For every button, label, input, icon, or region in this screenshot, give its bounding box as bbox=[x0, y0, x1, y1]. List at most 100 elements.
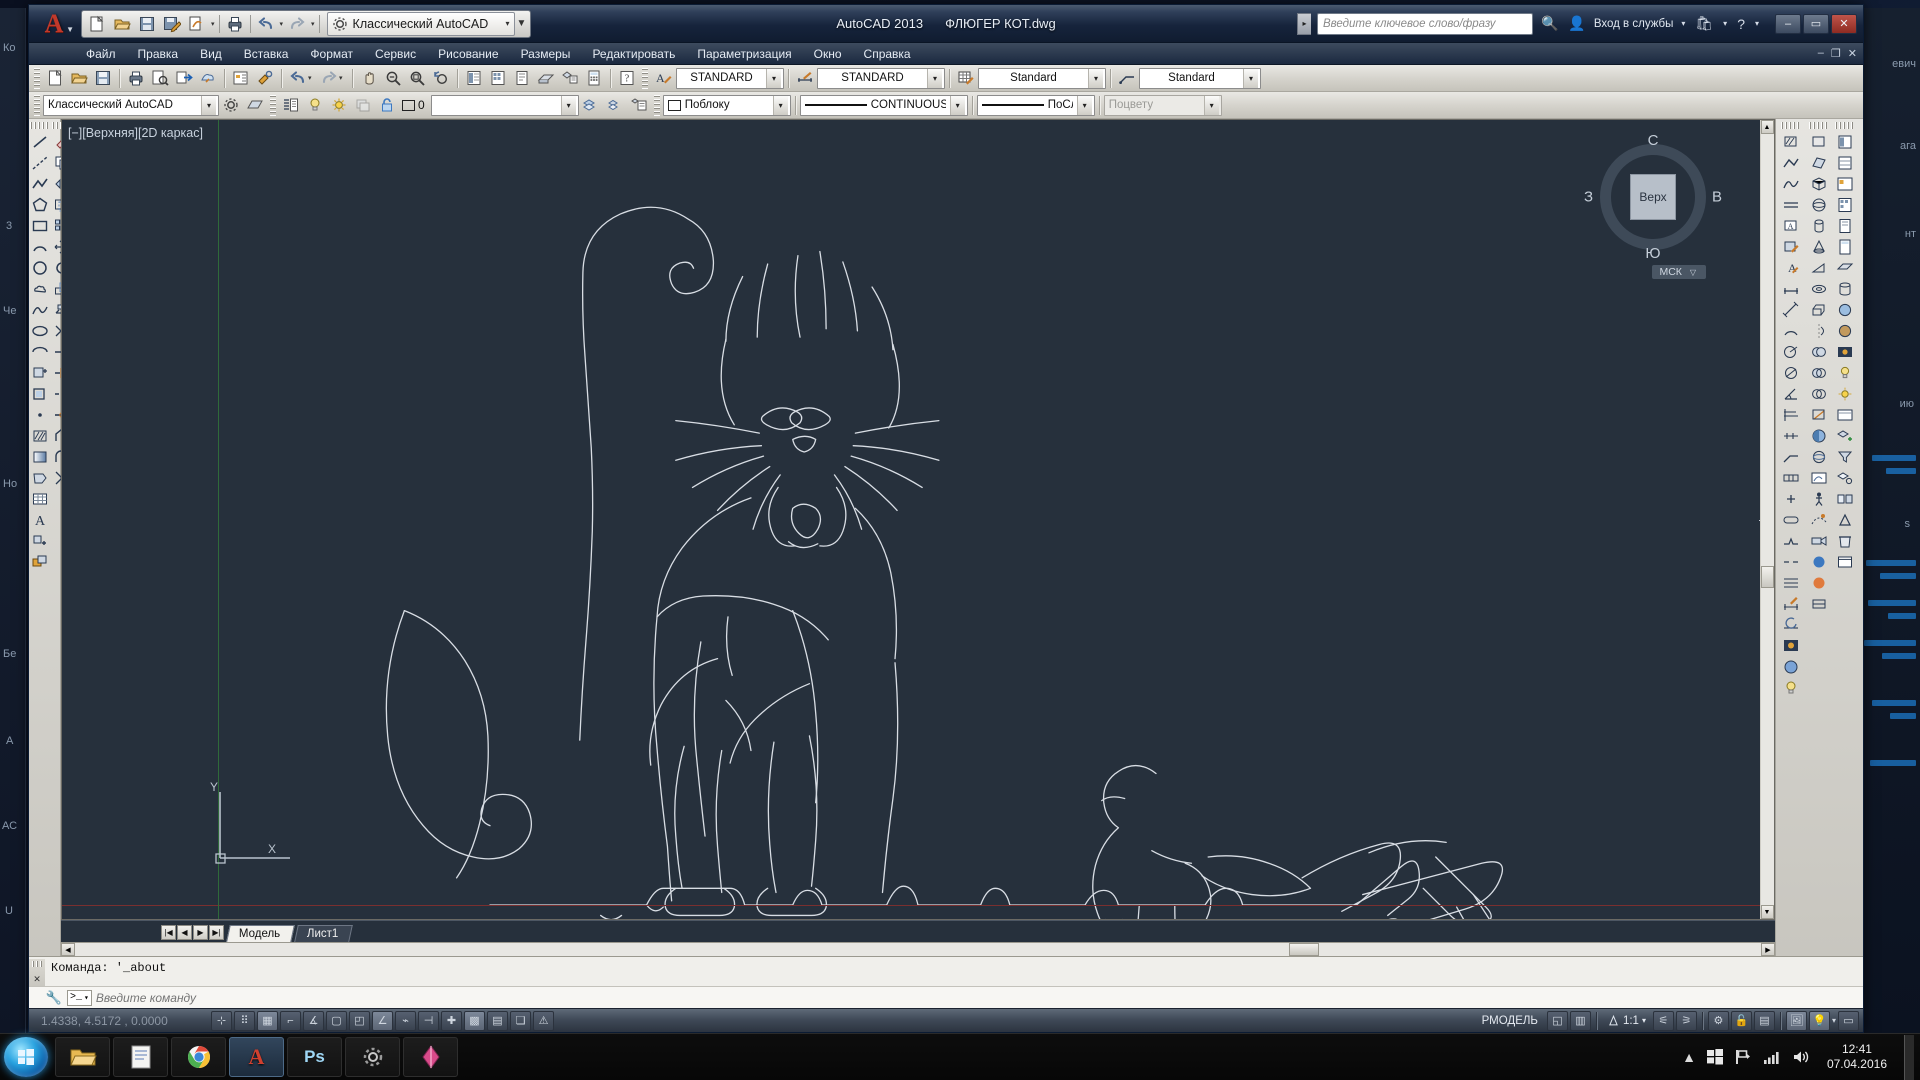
chevron-down-icon[interactable]: ▾ bbox=[506, 19, 510, 28]
torus-icon[interactable] bbox=[1808, 278, 1830, 299]
dim-aligned-icon[interactable] bbox=[1780, 299, 1802, 320]
layer-states-icon[interactable] bbox=[558, 67, 582, 90]
redo-icon[interactable] bbox=[285, 12, 309, 36]
scroll-down-button[interactable]: ▼ bbox=[1761, 905, 1774, 919]
walk-icon[interactable] bbox=[1808, 488, 1830, 509]
toolbar-grip[interactable] bbox=[34, 95, 40, 116]
dim-leader-icon[interactable] bbox=[1780, 446, 1802, 467]
layer-lock-icon[interactable] bbox=[375, 94, 399, 117]
dim-style-icon[interactable] bbox=[1780, 593, 1802, 614]
dim-radius-icon[interactable] bbox=[1780, 341, 1802, 362]
isolate-objects-button[interactable]: 🖼 bbox=[1786, 1011, 1807, 1031]
volume-icon[interactable] bbox=[1792, 1049, 1810, 1065]
color-wheel-icon[interactable] bbox=[1808, 551, 1830, 572]
scroll-right-button[interactable]: ▶ bbox=[1761, 943, 1775, 956]
viewport-layout-button[interactable]: ▥ bbox=[1570, 1011, 1591, 1031]
object-snap-tracking-toggle[interactable]: ∠ bbox=[372, 1011, 393, 1031]
polyline-icon[interactable] bbox=[29, 173, 51, 194]
multileader-style-icon[interactable] bbox=[1115, 67, 1139, 90]
redo-icon[interactable] bbox=[317, 67, 341, 90]
circle-icon[interactable] bbox=[29, 257, 51, 278]
toolbar-grip[interactable] bbox=[1781, 122, 1801, 129]
text-style-combo[interactable]: STANDARD ▾ bbox=[676, 68, 784, 89]
taskbar-item-settings[interactable] bbox=[345, 1037, 400, 1077]
binoculars-icon[interactable]: 🔍 bbox=[1539, 15, 1560, 32]
sphere-icon[interactable] bbox=[1808, 194, 1830, 215]
dynamic-ucs-toggle[interactable]: ⌁ bbox=[395, 1011, 416, 1031]
dim-arc-icon[interactable] bbox=[1780, 320, 1802, 341]
toolbar-grip[interactable] bbox=[34, 68, 40, 89]
ortho-mode-toggle[interactable]: ⌐ bbox=[280, 1011, 301, 1031]
toolbar-grip[interactable] bbox=[30, 122, 50, 129]
toolbar-grip[interactable] bbox=[1835, 122, 1855, 129]
taskbar-clock[interactable]: 12:41 07.04.2016 bbox=[1821, 1042, 1893, 1072]
edit-text-icon[interactable]: A bbox=[1780, 257, 1802, 278]
external-references-icon[interactable] bbox=[534, 67, 558, 90]
transparency-toggle[interactable]: ▩ bbox=[464, 1011, 485, 1031]
sheet-set-manager-icon[interactable] bbox=[1834, 194, 1856, 215]
chevron-down-icon[interactable]: ▾ bbox=[308, 74, 315, 82]
windows-tray-icon[interactable] bbox=[1707, 1049, 1723, 1065]
markup-manager-icon[interactable] bbox=[1834, 215, 1856, 236]
chevron-down-icon[interactable]: ▾ bbox=[84, 993, 89, 1003]
dim-diameter-icon[interactable] bbox=[1780, 362, 1802, 383]
view-cube-north-label[interactable]: С bbox=[1648, 132, 1659, 149]
dim-update-icon[interactable] bbox=[1780, 614, 1802, 635]
menu-item-parametric[interactable]: Параметризация bbox=[686, 45, 802, 63]
layer-freeze-icon[interactable] bbox=[327, 94, 351, 117]
chevron-down-icon[interactable]: ▾ bbox=[210, 20, 216, 28]
spline-icon[interactable] bbox=[29, 299, 51, 320]
polygon-icon[interactable] bbox=[29, 194, 51, 215]
layer-properties-icon[interactable] bbox=[279, 94, 303, 117]
workspace-settings-icon[interactable] bbox=[219, 94, 243, 117]
ellipse-arc-icon[interactable] bbox=[29, 341, 51, 362]
external-ref-icon[interactable] bbox=[1834, 257, 1856, 278]
line-icon[interactable] bbox=[29, 131, 51, 152]
dim-space-icon[interactable] bbox=[1780, 572, 1802, 593]
edit-multiline-icon[interactable] bbox=[1780, 194, 1802, 215]
search-expand-icon[interactable]: ▸ bbox=[1297, 13, 1311, 35]
menu-item-dimension[interactable]: Размеры bbox=[510, 45, 582, 63]
menu-item-edit[interactable]: Правка bbox=[127, 45, 190, 63]
open-icon[interactable] bbox=[67, 67, 91, 90]
layer-color-swatch[interactable] bbox=[402, 100, 415, 111]
chevron-down-icon[interactable]: ▾ bbox=[1204, 96, 1219, 115]
arc-icon[interactable] bbox=[29, 236, 51, 257]
user-account-icon[interactable]: 👤 bbox=[1566, 15, 1587, 32]
save-file-icon[interactable] bbox=[135, 12, 159, 36]
new-file-icon[interactable] bbox=[85, 12, 109, 36]
chevron-down-icon[interactable]: ▾ bbox=[1832, 1016, 1836, 1025]
dim-angular-icon[interactable] bbox=[1780, 383, 1802, 404]
chevron-down-icon[interactable]: ▾ bbox=[1642, 1016, 1646, 1025]
show-hidden-icons-icon[interactable]: ▲ bbox=[1682, 1049, 1696, 1065]
menu-item-window[interactable]: Окно bbox=[803, 45, 853, 63]
edit-attribute-icon[interactable]: A bbox=[1780, 215, 1802, 236]
model-paper-toggle[interactable]: РМОДЕЛЬ bbox=[1475, 1015, 1545, 1027]
save-icon[interactable] bbox=[91, 67, 115, 90]
search-input[interactable] bbox=[1323, 18, 1527, 30]
visual-styles-manager-icon[interactable] bbox=[1834, 299, 1856, 320]
quick-properties-toggle[interactable]: ▤ bbox=[487, 1011, 508, 1031]
toolbar-grip[interactable] bbox=[270, 95, 276, 116]
menu-item-file[interactable]: Файл bbox=[75, 45, 127, 63]
previous-layout-button[interactable]: ◀ bbox=[177, 925, 192, 940]
horizontal-scroll-thumb[interactable] bbox=[1289, 943, 1319, 956]
next-layout-button[interactable]: ▶ bbox=[193, 925, 208, 940]
horizontal-scroll-track[interactable] bbox=[75, 943, 1761, 956]
camera-icon[interactable] bbox=[1808, 530, 1830, 551]
command-prompt-box[interactable]: >_ ▾ bbox=[67, 990, 92, 1006]
zoom-realtime-icon[interactable] bbox=[381, 67, 405, 90]
markup-set-icon[interactable] bbox=[510, 67, 534, 90]
dbconnect-icon[interactable] bbox=[1834, 278, 1856, 299]
chevron-down-icon[interactable]: ▾ bbox=[766, 69, 781, 88]
lock-ui-icon[interactable] bbox=[243, 94, 267, 117]
plot-icon[interactable] bbox=[124, 67, 148, 90]
menu-item-view[interactable]: Вид bbox=[189, 45, 233, 63]
workspace-switch-button[interactable]: ⚙ bbox=[1708, 1011, 1729, 1031]
slice-icon[interactable] bbox=[1808, 404, 1830, 425]
xref-compare-icon[interactable] bbox=[1834, 488, 1856, 509]
taskbar-item-file-explorer[interactable] bbox=[55, 1037, 110, 1077]
menu-item-format[interactable]: Формат bbox=[299, 45, 364, 63]
zoom-previous-icon[interactable] bbox=[429, 67, 453, 90]
undo-icon[interactable] bbox=[254, 12, 278, 36]
